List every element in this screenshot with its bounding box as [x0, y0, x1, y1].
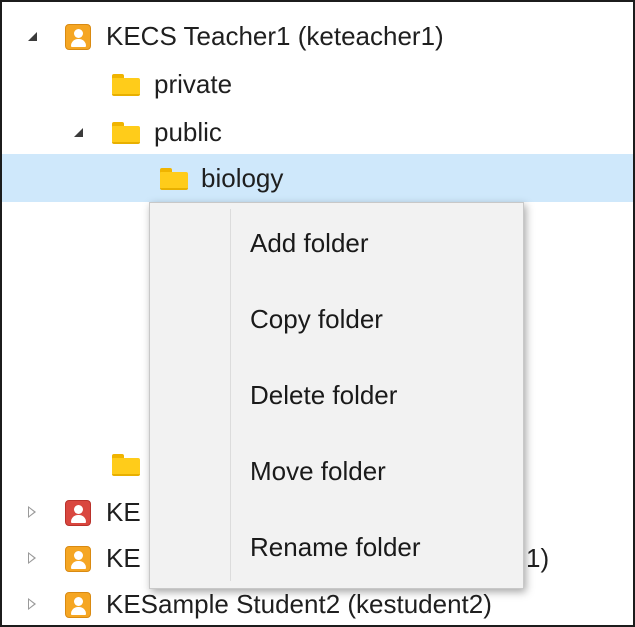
expand-toggle-icon[interactable]	[24, 26, 40, 46]
menu-item-label: Delete folder	[250, 380, 398, 410]
user-icon	[65, 592, 91, 618]
menu-item-add-folder[interactable]: Add folder	[150, 213, 523, 273]
menu-item-label: Move folder	[250, 456, 386, 486]
menu-item-delete-folder[interactable]: Delete folder	[150, 365, 523, 425]
tree-node-label-tail: 1)	[526, 543, 550, 573]
menu-item-label: Add folder	[250, 228, 369, 258]
tree-node-label: KE	[106, 497, 141, 527]
menu-item-move-folder[interactable]: Move folder	[150, 441, 523, 501]
folder-icon	[112, 122, 140, 144]
folder-icon	[112, 74, 140, 96]
tree-node-label: KESample Student2 (kestudent2)	[106, 589, 492, 619]
collapse-toggle-icon[interactable]	[24, 548, 40, 568]
user-icon	[65, 546, 91, 572]
collapse-toggle-icon[interactable]	[24, 594, 40, 614]
user-icon	[65, 500, 91, 526]
collapse-toggle-icon[interactable]	[24, 502, 40, 522]
menu-item-label: Copy folder	[250, 304, 383, 334]
folder-icon	[160, 168, 188, 190]
expand-toggle-icon[interactable]	[70, 122, 86, 142]
folder-icon	[112, 454, 140, 476]
context-menu: Add folder Copy folder Delete folder Mov…	[149, 202, 524, 589]
tree-node-label: private	[154, 69, 233, 99]
tree-node-public[interactable]: public	[2, 108, 633, 156]
user-icon	[65, 24, 91, 50]
tree-node-label: KE	[106, 543, 141, 573]
tree-node-biology[interactable]: biology	[2, 154, 633, 202]
folder-tree: KECS Teacher1 (keteacher1) private publi…	[0, 0, 635, 627]
tree-node-label: biology	[201, 163, 284, 193]
menu-item-copy-folder[interactable]: Copy folder	[150, 289, 523, 349]
tree-node-private[interactable]: private	[2, 60, 633, 108]
tree-node-label: KECS Teacher1 (keteacher1)	[106, 21, 444, 51]
tree-node-teacher1[interactable]: KECS Teacher1 (keteacher1)	[2, 12, 633, 60]
menu-item-label: Rename folder	[250, 532, 421, 562]
tree-node-label: public	[154, 117, 222, 147]
menu-item-rename-folder[interactable]: Rename folder	[150, 517, 523, 577]
